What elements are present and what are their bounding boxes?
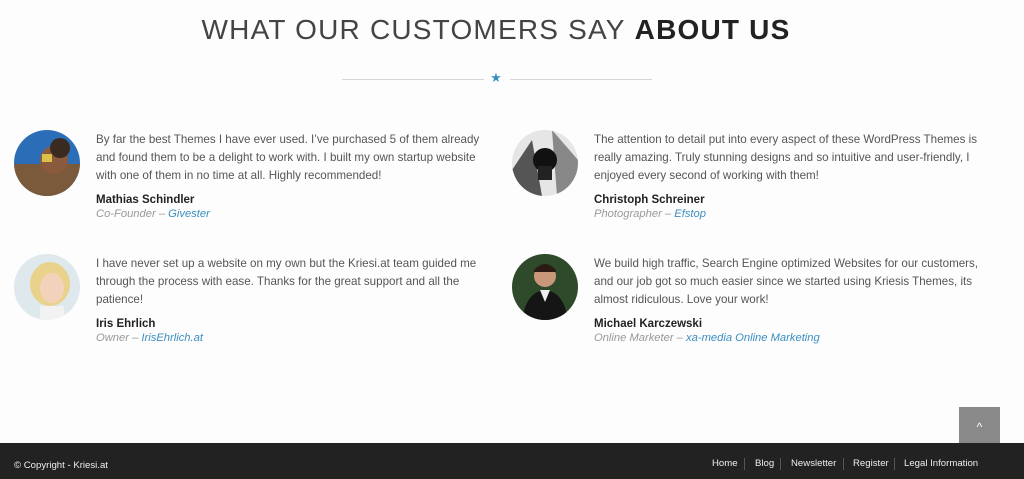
testimonial-author: Mathias Schindler <box>96 194 195 206</box>
author-role: Co-Founder <box>96 208 156 220</box>
copyright: © Copyright - Kriesi.at <box>14 460 108 471</box>
company-link[interactable]: Givester <box>168 208 210 220</box>
divider-left <box>342 79 484 80</box>
testimonial-quote: By far the best Themes I have ever used.… <box>96 133 480 182</box>
testimonial-quote: I have never set up a website on my own … <box>96 257 477 306</box>
separator: – <box>158 208 166 220</box>
section-title-part2: ABOUT US <box>634 14 791 45</box>
author-role: Owner <box>96 332 129 344</box>
section-title: WHAT OUR CUSTOMERS SAY ABOUT US <box>0 14 992 46</box>
menu-divider <box>843 458 844 470</box>
footer: © Copyright - Kriesi.at Home Blog Newsle… <box>0 443 1024 479</box>
footer-link-blog[interactable]: Blog <box>755 458 774 469</box>
avatar <box>512 254 578 320</box>
testimonial-meta: Photographer – Efstop <box>594 208 706 220</box>
company-link[interactable]: xa-media Online Marketing <box>686 332 820 344</box>
footer-link-register[interactable]: Register <box>853 458 889 469</box>
testimonial-author: Iris Ehrlich <box>96 318 156 330</box>
avatar <box>512 130 578 196</box>
footer-link-home[interactable]: Home <box>712 458 738 469</box>
divider-right <box>510 79 652 80</box>
testimonial-quote: We build high traffic, Search Engine opt… <box>594 257 979 306</box>
author-role: Photographer <box>594 208 662 220</box>
footer-link-legal[interactable]: Legal Information <box>904 458 978 469</box>
separator: – <box>132 332 139 344</box>
avatar <box>14 130 80 196</box>
testimonial-meta: Co-Founder – Givester <box>96 208 210 220</box>
testimonial-quote: The attention to detail put into every a… <box>594 133 978 182</box>
company-link[interactable]: IrisEhrlich.at <box>141 332 203 344</box>
menu-divider <box>780 458 781 470</box>
chevron-up-icon: ^ <box>976 420 983 434</box>
menu-divider <box>744 458 745 470</box>
menu-divider <box>894 458 895 470</box>
testimonial-author: Christoph Schreiner <box>594 194 705 206</box>
section-title-part1: WHAT OUR CUSTOMERS SAY <box>201 14 626 45</box>
avatar <box>14 254 80 320</box>
footer-link-newsletter[interactable]: Newsletter <box>791 458 836 469</box>
testimonial-meta: Online Marketer – xa-media Online Market… <box>594 332 820 344</box>
company-link[interactable]: Efstop <box>674 208 706 220</box>
separator: – <box>676 332 683 344</box>
testimonial-meta: Owner – IrisEhrlich.at <box>96 332 203 344</box>
author-role: Online Marketer <box>594 332 674 344</box>
testimonial-author: Michael Karczewski <box>594 318 703 330</box>
scroll-to-top-button[interactable]: ^ <box>959 407 1000 444</box>
star-icon: ★ <box>490 70 502 85</box>
separator: – <box>664 208 672 220</box>
